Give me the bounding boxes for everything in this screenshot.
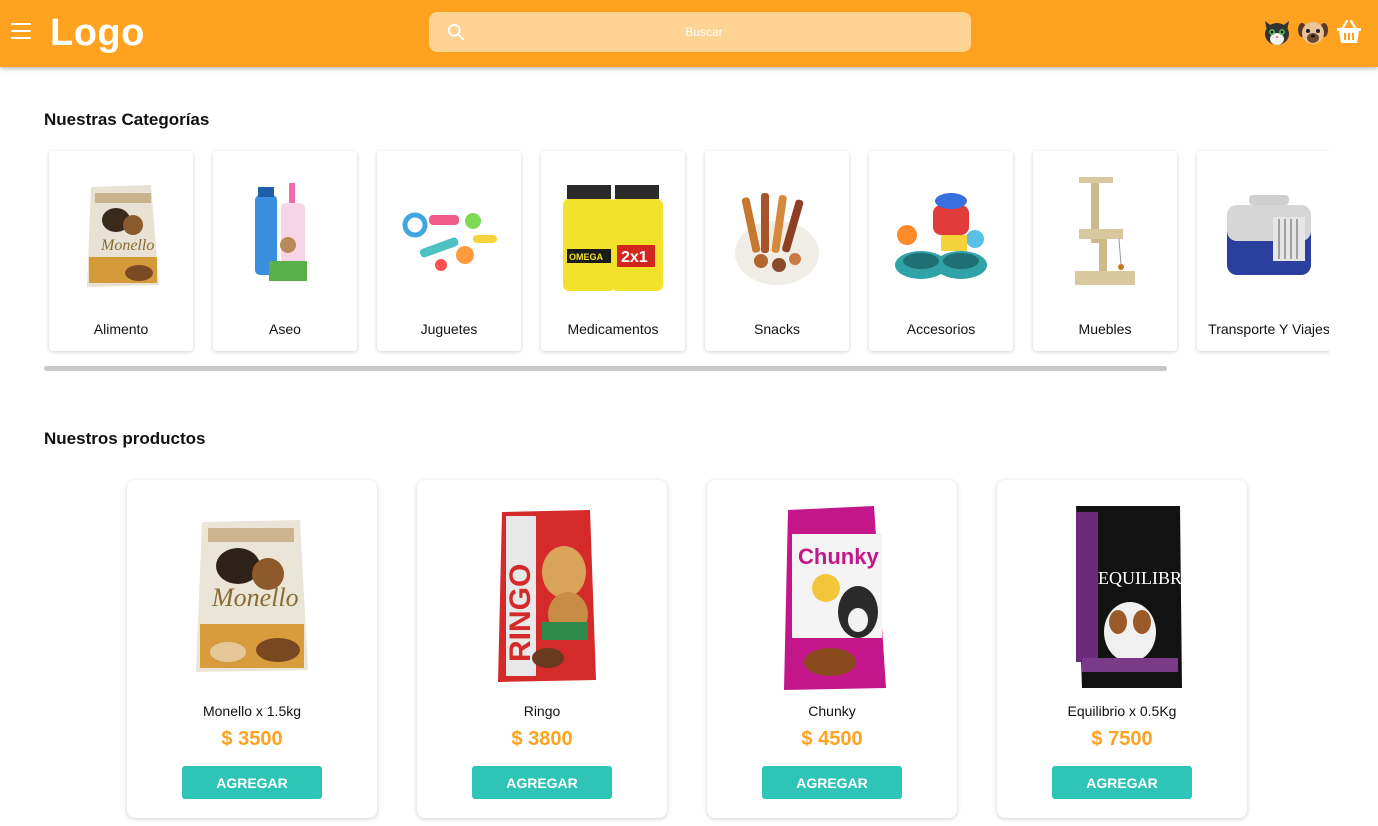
add-to-cart-button[interactable]: AGREGAR <box>182 766 322 799</box>
category-label: Aseo <box>269 321 301 337</box>
dog-icon[interactable] <box>1298 17 1328 47</box>
product-card-ringo: RINGO Ringo $ 3800 AGREGAR <box>417 480 667 818</box>
product-price: $ 3800 <box>511 728 573 750</box>
svg-text:RINGO: RINGO <box>504 564 537 662</box>
product-card-chunky: Chunky Chunky $ 4500 AGREGAR <box>707 480 957 818</box>
product-name: Equilibrio x 0.5Kg <box>1067 703 1177 719</box>
snacks-bowl-image <box>735 193 819 285</box>
ringo-bag-image: RINGO <box>498 510 596 682</box>
logo[interactable]: Logo <box>50 12 145 55</box>
category-card-juguetes[interactable]: Juguetes <box>377 151 521 351</box>
pet-toys-image <box>402 212 497 271</box>
equilibrio-bag-image: EQUILIBRIO <box>1076 506 1192 688</box>
monello-bag-image: Monello <box>196 520 308 672</box>
category-label: Snacks <box>754 321 800 337</box>
category-card-transporte[interactable]: Transporte Y Viajes <box>1197 151 1329 351</box>
search-input[interactable] <box>479 12 929 52</box>
category-label: Medicamentos <box>567 321 659 337</box>
product-card-monello: Monello Monello x 1.5kg $ 3500 AGREGAR <box>127 480 377 818</box>
category-card-muebles[interactable]: Muebles <box>1033 151 1177 351</box>
svg-text:EQUILIBRIO: EQUILIBRIO <box>1098 568 1192 588</box>
medicine-bottles-image: OMEGA 2x1 <box>563 185 663 291</box>
product-card-equilibrio: EQUILIBRIO Equilibrio x 0.5Kg $ 7500 AGR… <box>997 480 1247 818</box>
add-to-cart-button[interactable]: AGREGAR <box>1052 766 1192 799</box>
svg-text:Chunky: Chunky <box>798 544 879 569</box>
product-name: Ringo <box>523 703 561 719</box>
category-card-aseo[interactable]: Aseo <box>213 151 357 351</box>
svg-text:Monello: Monello <box>100 237 154 254</box>
dog-food-bag-image: Monello <box>87 185 159 287</box>
category-card-medicamentos[interactable]: OMEGA 2x1 Medicamentos <box>541 151 685 351</box>
categories-carousel[interactable]: Monello Alimento Aseo Juguetes OMEGA 2x1… <box>44 145 1329 360</box>
menu-icon[interactable] <box>11 23 31 41</box>
category-label: Muebles <box>1078 321 1132 337</box>
add-to-cart-button[interactable]: AGREGAR <box>762 766 902 799</box>
chunky-bag-image: Chunky <box>784 506 886 690</box>
product-name: Chunky <box>808 703 856 719</box>
product-name: Monello x 1.5kg <box>202 703 302 719</box>
category-label: Alimento <box>93 321 149 337</box>
category-label: Juguetes <box>420 321 478 337</box>
product-price: $ 7500 <box>1091 728 1153 750</box>
top-header: Logo <box>0 0 1378 67</box>
search-bar[interactable] <box>429 12 971 52</box>
basket-icon[interactable] <box>1334 17 1364 47</box>
pet-bowls-image <box>895 193 987 279</box>
pet-carrier-image <box>1227 195 1311 275</box>
search-icon[interactable] <box>447 23 465 41</box>
categories-title: Nuestras Categorías <box>44 110 210 129</box>
category-card-alimento[interactable]: Monello Alimento <box>49 151 193 351</box>
category-card-accesorios[interactable]: Accesorios <box>869 151 1013 351</box>
svg-text:OMEGA: OMEGA <box>569 252 604 262</box>
product-price: $ 3500 <box>221 728 283 750</box>
categories-scrollbar[interactable] <box>44 366 1167 371</box>
products-title: Nuestros productos <box>44 429 206 448</box>
category-card-snacks[interactable]: Snacks <box>705 151 849 351</box>
cat-tree-image <box>1075 177 1135 285</box>
grooming-products-image <box>255 183 307 281</box>
cat-icon[interactable] <box>1262 17 1292 47</box>
category-label: Accesorios <box>906 321 976 337</box>
product-price: $ 4500 <box>801 728 863 750</box>
svg-text:2x1: 2x1 <box>621 249 648 266</box>
category-label: Transporte Y Viajes <box>1208 321 1329 337</box>
svg-text:Monello: Monello <box>211 583 299 612</box>
add-to-cart-button[interactable]: AGREGAR <box>472 766 612 799</box>
